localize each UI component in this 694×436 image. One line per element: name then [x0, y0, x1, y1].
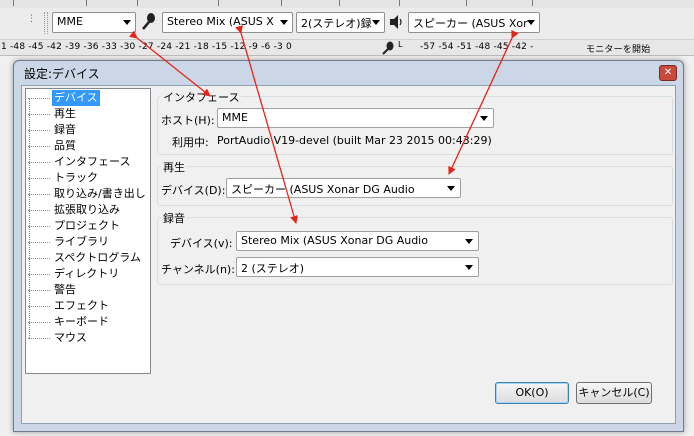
tree-item-label: マウス [54, 331, 87, 344]
ok-button[interactable]: OK(O) [495, 382, 569, 404]
tree-item-label: プロジェクト [54, 219, 120, 232]
close-button[interactable]: ✕ [659, 65, 677, 81]
tree-item-tracks[interactable]: トラック [28, 170, 100, 186]
tree-item-label: 品質 [54, 139, 76, 152]
tree-item-directories[interactable]: ディレクトリ [28, 266, 121, 282]
tree-item-projects[interactable]: プロジェクト [28, 218, 122, 234]
tree-item-label: 拡張取り込み [54, 203, 120, 216]
tree-item-label: トラック [54, 171, 98, 184]
tree-item-effects[interactable]: エフェクト [28, 298, 111, 314]
chevron-down-icon [465, 265, 473, 270]
interface-group-label: インタフェース [161, 89, 242, 105]
tree-item-import-export[interactable]: 取り込み/書き出し [28, 186, 148, 202]
tree-item-playback[interactable]: 再生 [28, 106, 78, 122]
chevron-down-icon [527, 20, 535, 25]
tree-item-spectrograms[interactable]: スペクトログラム [28, 250, 143, 266]
chevron-down-icon [280, 20, 288, 25]
toolbar-top-strip [0, 0, 694, 8]
recording-device-dropdown-value: Stereo Mix (ASUS Xonar DG Audio [241, 234, 428, 247]
chevron-down-icon [465, 239, 473, 244]
dialog-title: 設定:デバイス [24, 67, 100, 81]
chevron-down-icon [123, 20, 131, 25]
toolbar-dots: ⋮ [27, 14, 36, 24]
tree-item-mouse[interactable]: マウス [28, 330, 89, 346]
meter-ruler: 1 -48 -45 -42 -39 -36 -33 -30 -27 -24 -2… [0, 40, 694, 56]
meter-scale-right: -57 -54 -51 -48 -45 -42 - [420, 42, 534, 52]
app-toolbar: ⋮ MME Stereo Mix (ASUS X 2(ステレオ)録 スピーカー … [0, 0, 694, 40]
channels-dropdown[interactable]: 2 (ステレオ) [236, 257, 479, 277]
category-tree[interactable]: デバイス 再生 録音 品質 インタフェース トラック 取り込み/書き出し 拡張取… [25, 88, 151, 374]
tree-item-keyboard[interactable]: キーボード [28, 314, 111, 330]
tree-item-label: デバイス [52, 90, 100, 106]
host-label: ホスト(H): [161, 114, 215, 127]
start-monitoring-label[interactable]: モニターを開始 [586, 42, 650, 55]
playback-group-label: 再生 [161, 159, 187, 175]
portaudio-version-text: PortAudio V19-devel (built Mar 23 2015 0… [217, 134, 492, 147]
host-dropdown-value: MME [222, 111, 248, 124]
recording-device-combo-value: Stereo Mix (ASUS X [167, 15, 274, 28]
channels-dropdown-value: 2 (ステレオ) [241, 262, 305, 275]
tree-item-label: 再生 [54, 107, 76, 120]
recording-channels-combo[interactable]: 2(ステレオ)録 [296, 12, 385, 33]
tree-item-extended-import[interactable]: 拡張取り込み [28, 202, 122, 218]
tree-item-interface[interactable]: インタフェース [28, 154, 132, 170]
playback-device-label: デバイス(D): [161, 184, 226, 197]
playback-device-combo-value: スピーカー (ASUS Xor [413, 17, 528, 30]
audio-host-combo[interactable]: MME [52, 12, 136, 33]
meter-scale-left: 1 -48 -45 -42 -39 -36 -33 -30 -27 -24 -2… [1, 42, 292, 52]
tree-item-quality[interactable]: 品質 [28, 138, 78, 154]
tree-item-label: インタフェース [54, 155, 131, 168]
tree-item-label: 録音 [54, 123, 76, 136]
recording-device-label: デバイス(v): [170, 237, 233, 250]
audio-host-combo-value: MME [57, 15, 83, 28]
recording-device-combo[interactable]: Stereo Mix (ASUS X [162, 12, 293, 33]
meter-icon[interactable] [382, 41, 396, 55]
cancel-button[interactable]: キャンセル(C) [576, 382, 652, 404]
tree-item-label: エフェクト [54, 299, 109, 312]
tree-item-label: スペクトログラム [54, 251, 141, 264]
tree-item-label: 取り込み/書き出し [54, 187, 146, 200]
tree-item-recording[interactable]: 録音 [28, 122, 78, 138]
host-dropdown[interactable]: MME [217, 108, 494, 128]
chevron-down-icon [480, 116, 488, 121]
chevron-down-icon [447, 186, 455, 191]
tree-item-libraries[interactable]: ライブラリ [28, 234, 111, 250]
tree-item-warnings[interactable]: 警告 [28, 282, 78, 298]
tree-item-devices[interactable]: デバイス [28, 90, 100, 106]
tree-item-label: 警告 [54, 283, 76, 296]
playback-device-combo[interactable]: スピーカー (ASUS Xor [408, 12, 540, 33]
microphone-icon [142, 13, 155, 30]
preferences-dialog: 設定:デバイス ✕ デバイス 再生 録音 品質 インタフェース トラック 取り込… [13, 60, 684, 432]
playback-device-dropdown[interactable]: スピーカー (ASUS Xonar DG Audio [226, 178, 461, 198]
tree-item-label: キーボード [54, 315, 109, 328]
playback-device-dropdown-value: スピーカー (ASUS Xonar DG Audio [231, 183, 415, 196]
recording-channels-combo-value: 2(ステレオ)録 [301, 17, 372, 30]
chevron-down-icon [372, 20, 380, 25]
using-label: 利用中: [172, 136, 209, 149]
toolbar-grip[interactable] [44, 12, 48, 34]
dialog-client-area: デバイス 再生 録音 品質 インタフェース トラック 取り込み/書き出し 拡張取… [21, 85, 676, 424]
recording-group-label: 録音 [161, 210, 187, 226]
channels-label: チャンネル(n): [161, 263, 235, 276]
speaker-icon [390, 15, 402, 29]
tree-item-label: ライブラリ [54, 235, 109, 248]
tree-item-label: ディレクトリ [54, 267, 120, 280]
meter-channel-mark: L [398, 40, 403, 49]
recording-device-dropdown[interactable]: Stereo Mix (ASUS Xonar DG Audio [236, 231, 479, 251]
